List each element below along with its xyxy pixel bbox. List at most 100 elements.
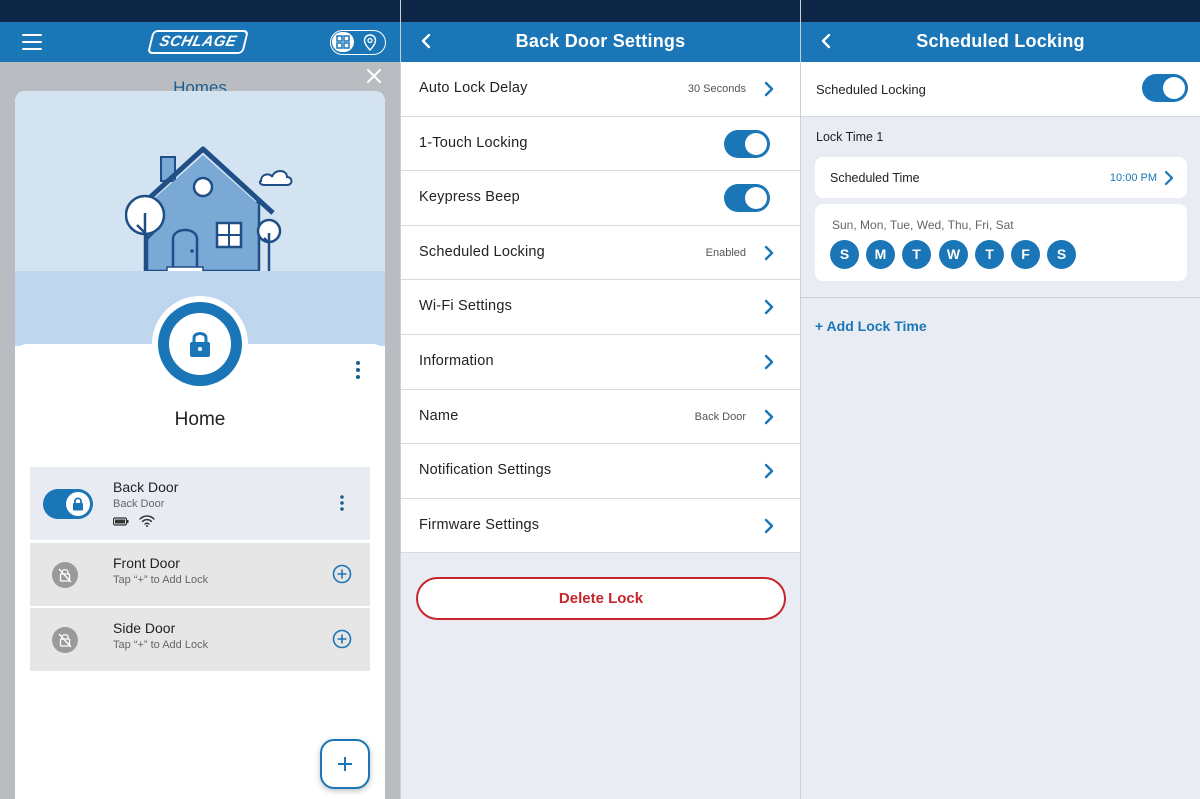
app-screens: SCHLAGE Homes Home Back Door Back Door F… xyxy=(0,0,1200,799)
chevron-right-icon xyxy=(764,354,774,370)
home-illustration xyxy=(15,91,385,273)
home-options-icon[interactable] xyxy=(353,359,363,381)
day-thursday[interactable]: T xyxy=(975,240,1004,269)
day-monday[interactable]: M xyxy=(866,240,895,269)
no-lock-icon xyxy=(52,627,78,653)
lock-off-icon xyxy=(58,633,72,648)
lock-time-label: Lock Time 1 xyxy=(816,130,884,144)
lock-item-back-door[interactable]: Back Door Back Door xyxy=(30,467,370,540)
page-title: Scheduled Locking xyxy=(916,31,1085,51)
setting-value: Back Door xyxy=(694,410,746,423)
lock-name: Side Door xyxy=(113,620,176,636)
chevron-right-icon xyxy=(764,245,774,260)
delete-lock-button[interactable]: Delete Lock xyxy=(416,577,786,620)
setting-information[interactable]: Information xyxy=(401,334,800,390)
setting-keypress-beep: Keypress Beep xyxy=(401,171,800,226)
toggle-knob xyxy=(1163,77,1185,99)
scheduled-locking-screen: Scheduled Locking Scheduled Locking Lock… xyxy=(800,0,1200,799)
home-name: Home xyxy=(174,409,226,430)
toggle-knob xyxy=(745,132,767,155)
settings-list: Auto Lock Delay 30 Seconds 1-Touch Locki… xyxy=(401,62,800,554)
divider xyxy=(801,297,1200,298)
scheduled-locking-toggle[interactable] xyxy=(1142,74,1188,102)
lock-subtitle: Tap “+” to Add Lock xyxy=(113,574,209,586)
setting-notification-settings[interactable]: Notification Settings xyxy=(401,444,800,499)
lock-toggle[interactable] xyxy=(43,489,93,519)
app-bar: Scheduled Locking xyxy=(801,22,1200,62)
chevron-right-icon xyxy=(764,81,774,97)
grid-icon xyxy=(336,35,350,49)
lock-badge-inner xyxy=(166,310,234,378)
view-mode-toggle[interactable] xyxy=(330,30,386,55)
status-bar xyxy=(0,0,400,22)
selected-days-text: Sun, Mon, Tue, Wed, Thu, Fri, Sat xyxy=(832,218,1014,232)
home-screen: SCHLAGE Homes Home Back Door Back Door F… xyxy=(0,0,400,799)
setting-firmware-settings[interactable]: Firmware Settings xyxy=(401,498,800,554)
setting-value: 30 Seconds xyxy=(687,83,746,95)
house-illustration-icon xyxy=(125,146,293,273)
wifi-icon xyxy=(139,515,155,527)
setting-label: Auto Lock Delay xyxy=(419,80,528,96)
setting-wifi-settings[interactable]: Wi-Fi Settings xyxy=(401,280,800,335)
lock-item-front-door[interactable]: Front Door Tap “+” to Add Lock xyxy=(30,543,370,606)
setting-label: Keypress Beep xyxy=(419,189,520,206)
chevron-right-icon xyxy=(764,518,774,533)
setting-label: Wi-Fi Settings xyxy=(419,298,513,315)
add-lock-time-link[interactable]: + Add Lock Time xyxy=(815,318,927,334)
lock-item-side-door[interactable]: Side Door Tap “+” to Add Lock xyxy=(30,608,370,671)
scheduled-time-value: 10:00 PM xyxy=(1109,172,1157,184)
setting-label: Information xyxy=(419,352,494,369)
setting-label: Firmware Settings xyxy=(419,516,540,533)
setting-name[interactable]: Name Back Door xyxy=(401,389,800,445)
page-title: Back Door Settings xyxy=(515,31,686,51)
setting-label: 1-Touch Locking xyxy=(419,134,528,151)
chevron-right-icon xyxy=(1164,170,1174,186)
add-button[interactable] xyxy=(320,739,370,789)
chevron-right-icon xyxy=(764,300,774,315)
lock-badge-ring xyxy=(158,302,242,386)
chevron-right-icon xyxy=(764,463,774,479)
add-lock-icon[interactable] xyxy=(332,564,352,584)
setting-one-touch-locking: 1-Touch Locking xyxy=(401,116,800,172)
setting-label: Scheduled Locking xyxy=(419,243,545,260)
day-tuesday[interactable]: T xyxy=(902,240,931,269)
schlage-logo: SCHLAGE xyxy=(147,30,249,54)
setting-auto-lock-delay[interactable]: Auto Lock Delay 30 Seconds xyxy=(401,62,800,117)
status-bar xyxy=(801,0,1200,22)
no-lock-icon xyxy=(52,562,78,588)
one-touch-locking-toggle[interactable] xyxy=(724,129,770,158)
days-card[interactable]: Sun, Mon, Tue, Wed, Thu, Fri, Sat S M T … xyxy=(815,204,1187,281)
lock-subtitle: Tap “+” to Add Lock xyxy=(113,639,209,651)
home-card: Home Back Door Back Door Front Door Tap … xyxy=(15,91,385,799)
home-lock-badge xyxy=(152,296,248,392)
chevron-right-icon xyxy=(764,409,774,424)
lock-icon xyxy=(73,497,83,511)
setting-value: Enabled xyxy=(705,246,746,259)
app-bar: SCHLAGE xyxy=(0,22,400,62)
scheduled-locking-label: Scheduled Locking xyxy=(816,82,926,97)
day-friday[interactable]: F xyxy=(1011,240,1040,269)
lock-name: Front Door xyxy=(113,555,180,571)
lock-options-icon[interactable] xyxy=(338,494,346,512)
lock-settings-screen: Back Door Settings Auto Lock Delay 30 Se… xyxy=(400,0,800,799)
close-icon[interactable] xyxy=(364,66,384,86)
map-pin-icon xyxy=(363,34,377,51)
battery-icon xyxy=(113,517,129,526)
setting-label: Name xyxy=(419,407,459,424)
toggle-knob xyxy=(66,492,90,516)
day-sunday[interactable]: S xyxy=(830,240,859,269)
setting-scheduled-locking[interactable]: Scheduled Locking Enabled xyxy=(401,225,800,281)
plus-icon xyxy=(338,757,352,771)
scheduled-locking-row: Scheduled Locking xyxy=(801,62,1200,117)
hamburger-icon[interactable] xyxy=(22,34,42,50)
scheduled-time-row[interactable]: Scheduled Time 10:00 PM xyxy=(815,157,1187,198)
app-bar: Back Door Settings xyxy=(401,22,800,62)
toggle-knob xyxy=(745,187,767,210)
lock-off-icon xyxy=(58,568,72,583)
day-wednesday[interactable]: W xyxy=(939,240,968,269)
lock-name: Back Door xyxy=(113,479,179,495)
add-lock-icon[interactable] xyxy=(332,629,352,649)
day-saturday[interactable]: S xyxy=(1047,240,1076,269)
keypress-beep-toggle[interactable] xyxy=(724,184,770,213)
lock-subtitle: Back Door xyxy=(113,498,165,510)
